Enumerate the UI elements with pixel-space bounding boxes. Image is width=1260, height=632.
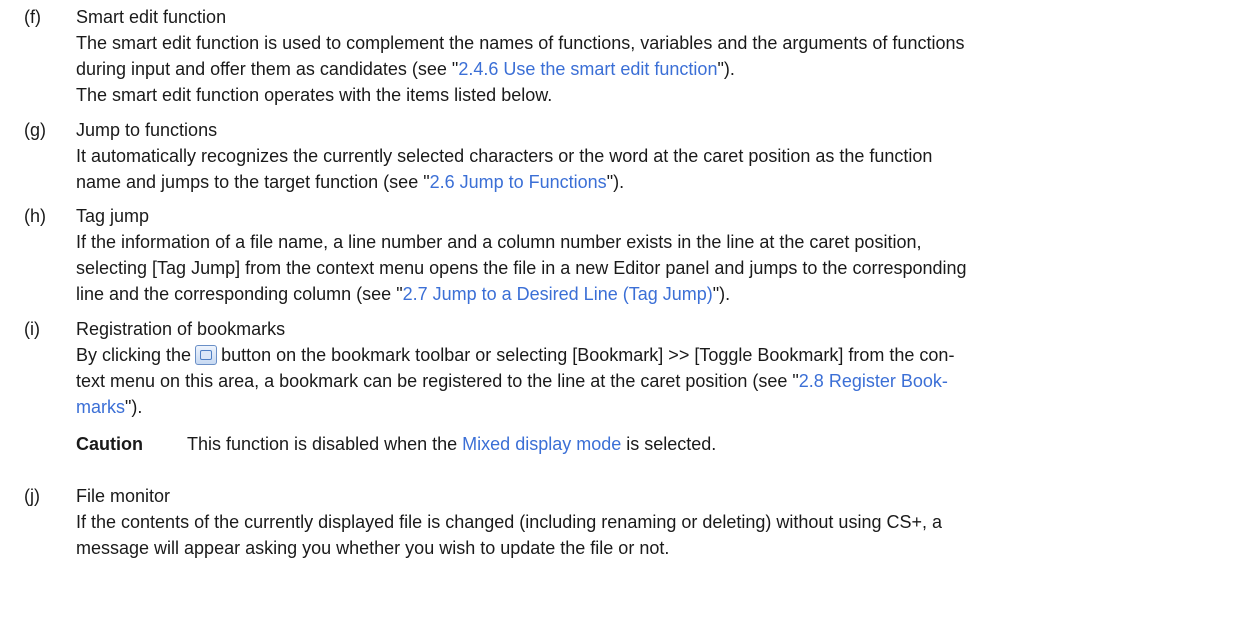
link-register-bookmarks-cont[interactable]: marks — [76, 397, 125, 417]
paragraph-line: If the contents of the currently display… — [76, 512, 942, 532]
paragraph-line: The smart edit function is used to compl… — [76, 33, 965, 53]
paragraph-line: line and the corresponding column (see "… — [76, 281, 1246, 307]
text-run: during input and offer them as candidate… — [76, 59, 459, 79]
caution-note: Caution This function is disabled when th… — [76, 431, 716, 457]
link-tag-jump[interactable]: 2.7 Jump to a Desired Line (Tag Jump) — [403, 284, 713, 304]
paragraph-line: The smart edit function operates with th… — [76, 85, 553, 105]
text-run: text menu on this area, a bookmark can b… — [76, 371, 799, 391]
bookmark-toggle-icon — [195, 345, 218, 365]
paragraph-line: message will appear asking you whether y… — [76, 538, 670, 558]
section-marker: (j) — [24, 486, 40, 506]
paragraph-line: It automatically recognizes the currentl… — [76, 146, 933, 166]
section-body: Registration of bookmarks By clicking th… — [76, 316, 1246, 420]
link-jump-to-functions[interactable]: 2.6 Jump to Functions — [430, 172, 607, 192]
paragraph-line: By clicking the button on the bookmark to… — [76, 342, 1246, 368]
text-run: is selected. — [621, 434, 717, 454]
text-run: This function is disabled when the — [187, 434, 463, 454]
text-run: name and jumps to the target function (s… — [76, 172, 430, 192]
text-run: By clicking the — [76, 345, 192, 365]
section-title: Jump to functions — [76, 120, 218, 140]
caution-label: Caution — [76, 434, 143, 454]
paragraph-line: selecting [Tag Jump] from the context me… — [76, 258, 967, 278]
section-marker: (f) — [24, 7, 41, 27]
text-run: "). — [717, 59, 735, 79]
section-title: Tag jump — [76, 206, 150, 226]
text-run: "). — [125, 397, 143, 417]
paragraph-line: during input and offer them as candidate… — [76, 56, 1246, 82]
paragraph-line: name and jumps to the target function (s… — [76, 169, 1246, 195]
section-title: Smart edit function — [76, 7, 227, 27]
section-marker: (g) — [24, 120, 46, 140]
section-marker: (i) — [24, 319, 40, 339]
text-run: "). — [606, 172, 625, 192]
text-run: button on the bookmark toolbar or select… — [221, 345, 955, 365]
section-title: Registration of bookmarks — [76, 319, 286, 339]
paragraph-line: If the information of a file name, a lin… — [76, 232, 922, 252]
section-body: Smart edit function The smart edit funct… — [76, 4, 1246, 108]
section-marker: (h) — [24, 206, 46, 226]
section-body: Jump to functions It automatically recog… — [76, 117, 1246, 195]
paragraph-line: text menu on this area, a bookmark can b… — [76, 368, 1246, 394]
text-run: "). — [712, 284, 731, 304]
text-run: line and the corresponding column (see " — [76, 284, 403, 304]
link-mixed-display-mode[interactable]: Mixed display mode — [462, 434, 621, 454]
link-smart-edit[interactable]: 2.4.6 Use the smart edit function — [458, 59, 717, 79]
link-register-bookmarks[interactable]: 2.8 Register Book- — [799, 371, 948, 391]
section-body: File monitor If the contents of the curr… — [76, 483, 1246, 561]
section-body: Tag jump If the information of a file na… — [76, 203, 1246, 307]
section-title: File monitor — [76, 486, 171, 506]
paragraph-line: marks"). — [76, 394, 1246, 420]
